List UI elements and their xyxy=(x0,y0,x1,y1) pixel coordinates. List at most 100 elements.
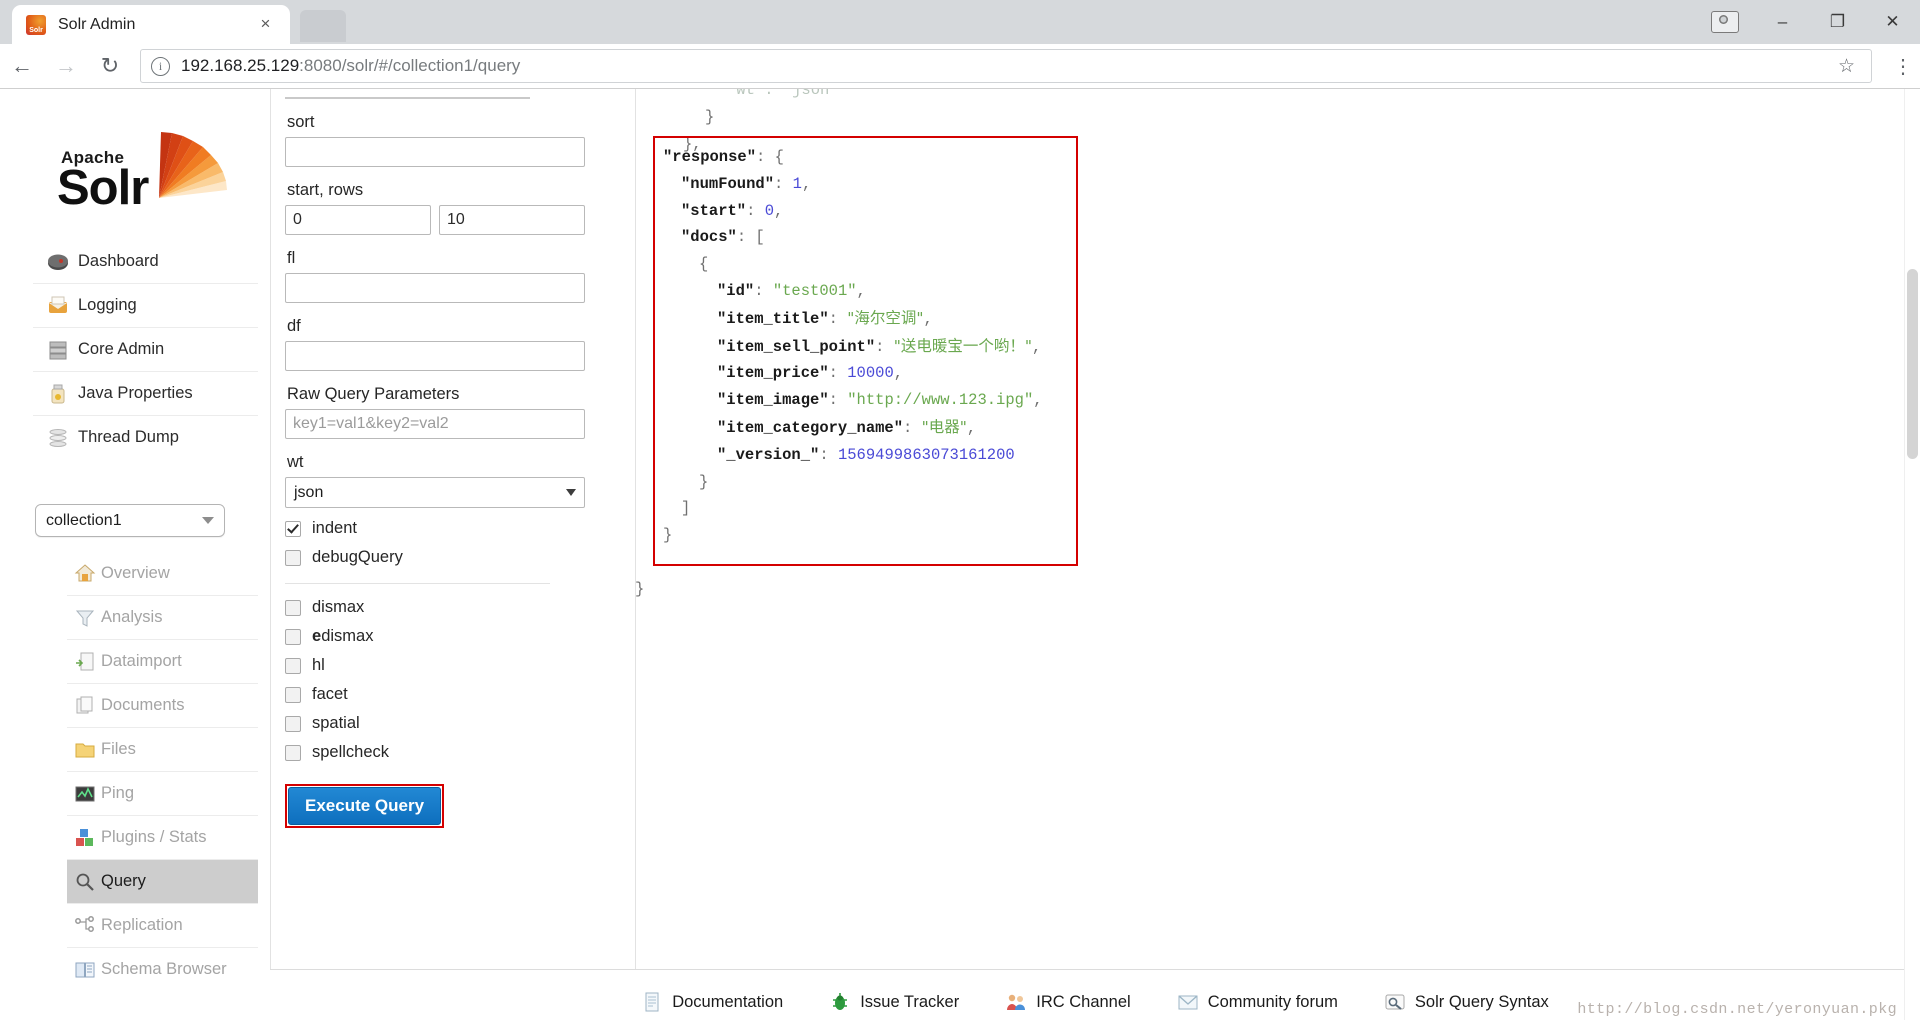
core-nav-label: Schema Browser xyxy=(101,960,227,978)
maximize-button[interactable]: ❐ xyxy=(1810,0,1865,44)
sidebar-item-logging[interactable]: Logging xyxy=(33,283,258,327)
browser-tab[interactable]: Solr Admin × xyxy=(12,5,290,44)
checkbox-dismax[interactable]: dismax xyxy=(285,593,585,622)
checkbox-box[interactable] xyxy=(285,549,301,566)
sidebar-item-documents[interactable]: Documents xyxy=(67,683,258,727)
window-close-button[interactable]: ✕ xyxy=(1865,0,1920,44)
json-line: ] xyxy=(681,499,691,518)
user-avatar-icon[interactable] xyxy=(1695,0,1755,44)
address-bar[interactable]: i 192.168.25.129:8080/solr/#/collection1… xyxy=(140,49,1872,83)
checkbox-box[interactable] xyxy=(285,599,301,616)
json-line: } xyxy=(699,472,709,491)
plugins-icon xyxy=(74,827,96,849)
wt-select[interactable]: json xyxy=(285,477,585,508)
new-tab-button[interactable] xyxy=(300,10,346,42)
checkbox-spatial[interactable]: spatial xyxy=(285,709,585,738)
footer-link-documentation[interactable]: Documentation xyxy=(641,991,783,1013)
raw-query-input[interactable] xyxy=(285,409,585,439)
wt-value: json xyxy=(294,483,324,501)
minimize-button[interactable]: – xyxy=(1755,0,1810,44)
json-tail-lines: } xyxy=(635,576,644,603)
logging-icon xyxy=(47,295,69,317)
checkbox-facet[interactable]: facet xyxy=(285,680,585,709)
wt-label: wt xyxy=(287,453,304,471)
checkbox-label: indent xyxy=(312,519,357,537)
dataimport-icon xyxy=(74,651,96,673)
fl-input[interactable] xyxy=(285,273,585,303)
sidebar-item-plugins-stats[interactable]: Plugins / Stats xyxy=(67,815,258,859)
checkbox-box[interactable] xyxy=(285,686,301,703)
sidebar-item-java-properties[interactable]: Java Properties xyxy=(33,371,258,415)
core-selector[interactable]: collection1 xyxy=(35,504,225,537)
fl-label: fl xyxy=(287,249,296,267)
json-line: "item_sell_point": "送电暖宝一个哟！", xyxy=(717,336,1042,356)
checkbox-debugquery[interactable]: debugQuery xyxy=(285,543,585,572)
back-icon[interactable]: ← xyxy=(0,44,44,88)
people-icon xyxy=(1005,991,1027,1013)
footer-link-community-forum[interactable]: Community forum xyxy=(1177,991,1338,1013)
footer-link-solr-query-syntax[interactable]: Solr Query Syntax xyxy=(1384,991,1549,1013)
sidebar-item-files[interactable]: Files xyxy=(67,727,258,771)
execute-query-button[interactable]: Execute Query xyxy=(288,787,442,825)
checkbox-hl[interactable]: hl xyxy=(285,651,585,680)
json-line: } xyxy=(705,107,715,126)
panel-bottom-border xyxy=(270,969,1905,970)
df-input[interactable] xyxy=(285,341,585,371)
field-group-start-rows: start, rows xyxy=(285,181,585,235)
magnifier-icon xyxy=(74,871,96,893)
json-line: } xyxy=(663,526,673,545)
close-icon[interactable]: × xyxy=(257,15,274,33)
core-nav-label: Dataimport xyxy=(101,652,182,670)
app-root: Solr Admin × – ❐ ✕ ← → ↻ i 192.168.25.12… xyxy=(0,0,1920,1020)
bookmark-star-icon[interactable]: ☆ xyxy=(1832,55,1861,78)
checkbox-edismax[interactable]: edismax xyxy=(285,622,585,651)
checkbox-box[interactable] xyxy=(285,520,301,537)
vertical-scrollbar[interactable] xyxy=(1904,89,1920,1020)
sidebar-item-dashboard[interactable]: Dashboard xyxy=(33,239,258,283)
sidebar-item-label: Logging xyxy=(78,296,137,314)
core-selector-wrap: collection1 xyxy=(35,504,225,537)
checkbox-box[interactable] xyxy=(285,657,301,674)
sort-label: sort xyxy=(287,113,315,131)
sidebar-item-ping[interactable]: Ping xyxy=(67,771,258,815)
sidebar-item-schema-browser[interactable]: Schema Browser xyxy=(67,947,258,991)
footer-link-irc-channel[interactable]: IRC Channel xyxy=(1005,991,1131,1013)
sidebar-item-core-admin[interactable]: Core Admin xyxy=(33,327,258,371)
forward-icon[interactable]: → xyxy=(44,44,88,88)
json-line: "start": 0, xyxy=(681,201,784,220)
checkbox-spellcheck[interactable]: spellcheck xyxy=(285,738,585,767)
dashboard-icon xyxy=(47,250,69,272)
footer-link-issue-tracker[interactable]: Issue Tracker xyxy=(829,991,959,1013)
sidebar-item-dataimport[interactable]: Dataimport xyxy=(67,639,258,683)
rows-input[interactable] xyxy=(439,205,585,235)
tab-title: Solr Admin xyxy=(58,15,136,33)
checkbox-box[interactable] xyxy=(285,715,301,732)
sidebar-item-overview[interactable]: Overview xyxy=(67,551,258,595)
core-admin-icon xyxy=(47,339,69,361)
sidebar-item-thread-dump[interactable]: Thread Dump xyxy=(33,415,258,459)
sidebar-item-replication[interactable]: Replication xyxy=(67,903,258,947)
documents-icon xyxy=(74,695,96,717)
scrollbar-thumb[interactable] xyxy=(1907,269,1918,459)
sidebar-item-analysis[interactable]: Analysis xyxy=(67,595,258,639)
field-group-wt: wt json xyxy=(285,453,585,508)
core-nav-label: Documents xyxy=(101,696,185,714)
core-nav-label: Overview xyxy=(101,563,170,582)
checkbox-box[interactable] xyxy=(285,628,301,645)
checkbox-box[interactable] xyxy=(285,744,301,761)
sidebar-divider xyxy=(270,89,271,969)
sidebar-item-query[interactable]: Query xyxy=(67,859,258,903)
checkbox-indent[interactable]: indent xyxy=(285,514,585,543)
reload-icon[interactable]: ↻ xyxy=(88,44,132,88)
chevron-down-icon xyxy=(202,517,214,524)
checkbox-label: hl xyxy=(312,656,325,674)
start-input[interactable] xyxy=(285,205,431,235)
folder-icon xyxy=(74,739,96,761)
footer-link-label: Issue Tracker xyxy=(860,992,960,1011)
json-line: { xyxy=(699,255,709,274)
json-response-lines: "response": {"numFound": 1, "start": 0, "d… xyxy=(663,144,1076,549)
thread-dump-icon xyxy=(47,427,69,449)
sort-input[interactable] xyxy=(285,137,585,167)
site-info-icon[interactable]: i xyxy=(151,56,170,76)
browser-menu-icon[interactable]: ⋮ xyxy=(1886,54,1920,79)
